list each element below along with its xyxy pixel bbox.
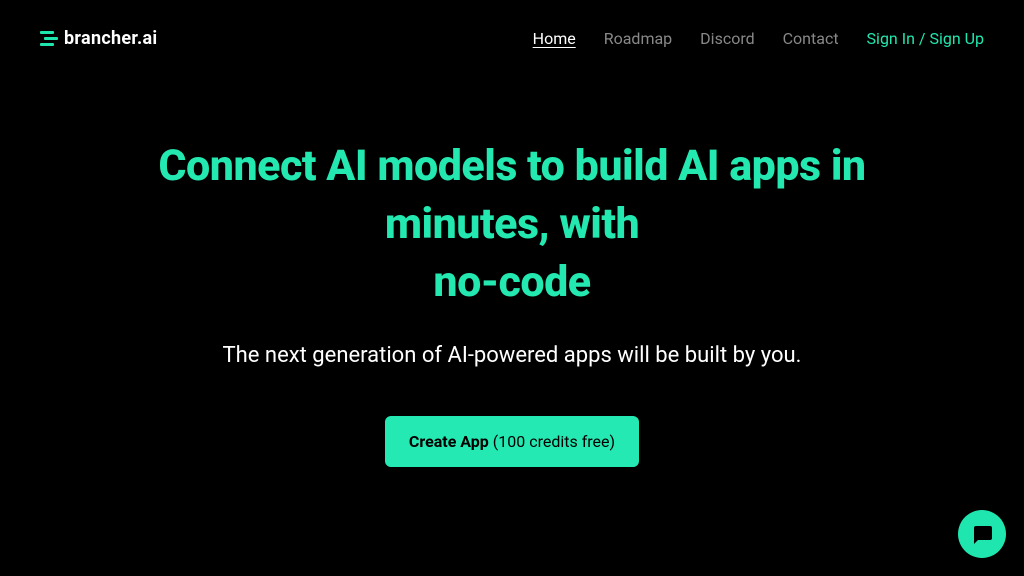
logo[interactable]: brancher.ai bbox=[40, 28, 157, 49]
hero-subheadline: The next generation of AI-powered apps w… bbox=[223, 341, 802, 372]
headline-line1: Connect AI models to build AI apps in mi… bbox=[158, 141, 865, 249]
nav-discord[interactable]: Discord bbox=[700, 29, 754, 48]
nav-signin[interactable]: Sign In / Sign Up bbox=[867, 29, 984, 48]
nav-contact[interactable]: Contact bbox=[783, 29, 839, 48]
header: brancher.ai Home Roadmap Discord Contact… bbox=[0, 0, 1024, 77]
chat-widget-button[interactable] bbox=[958, 510, 1006, 558]
brancher-logo-icon bbox=[40, 31, 58, 46]
brand-name: brancher.ai bbox=[64, 28, 157, 49]
cta-bold-text: Create App bbox=[409, 432, 489, 451]
chat-icon bbox=[970, 522, 994, 546]
hero-headline: Connect AI models to build AI apps in mi… bbox=[122, 137, 902, 311]
headline-line2: no-code bbox=[433, 257, 590, 307]
main-nav: Home Roadmap Discord Contact Sign In / S… bbox=[533, 29, 984, 48]
nav-roadmap[interactable]: Roadmap bbox=[604, 29, 672, 48]
cta-rest-text: (100 credits free) bbox=[489, 432, 615, 451]
nav-home[interactable]: Home bbox=[533, 29, 576, 48]
create-app-button[interactable]: Create App (100 credits free) bbox=[385, 416, 639, 467]
hero-section: Connect AI models to build AI apps in mi… bbox=[0, 77, 1024, 467]
